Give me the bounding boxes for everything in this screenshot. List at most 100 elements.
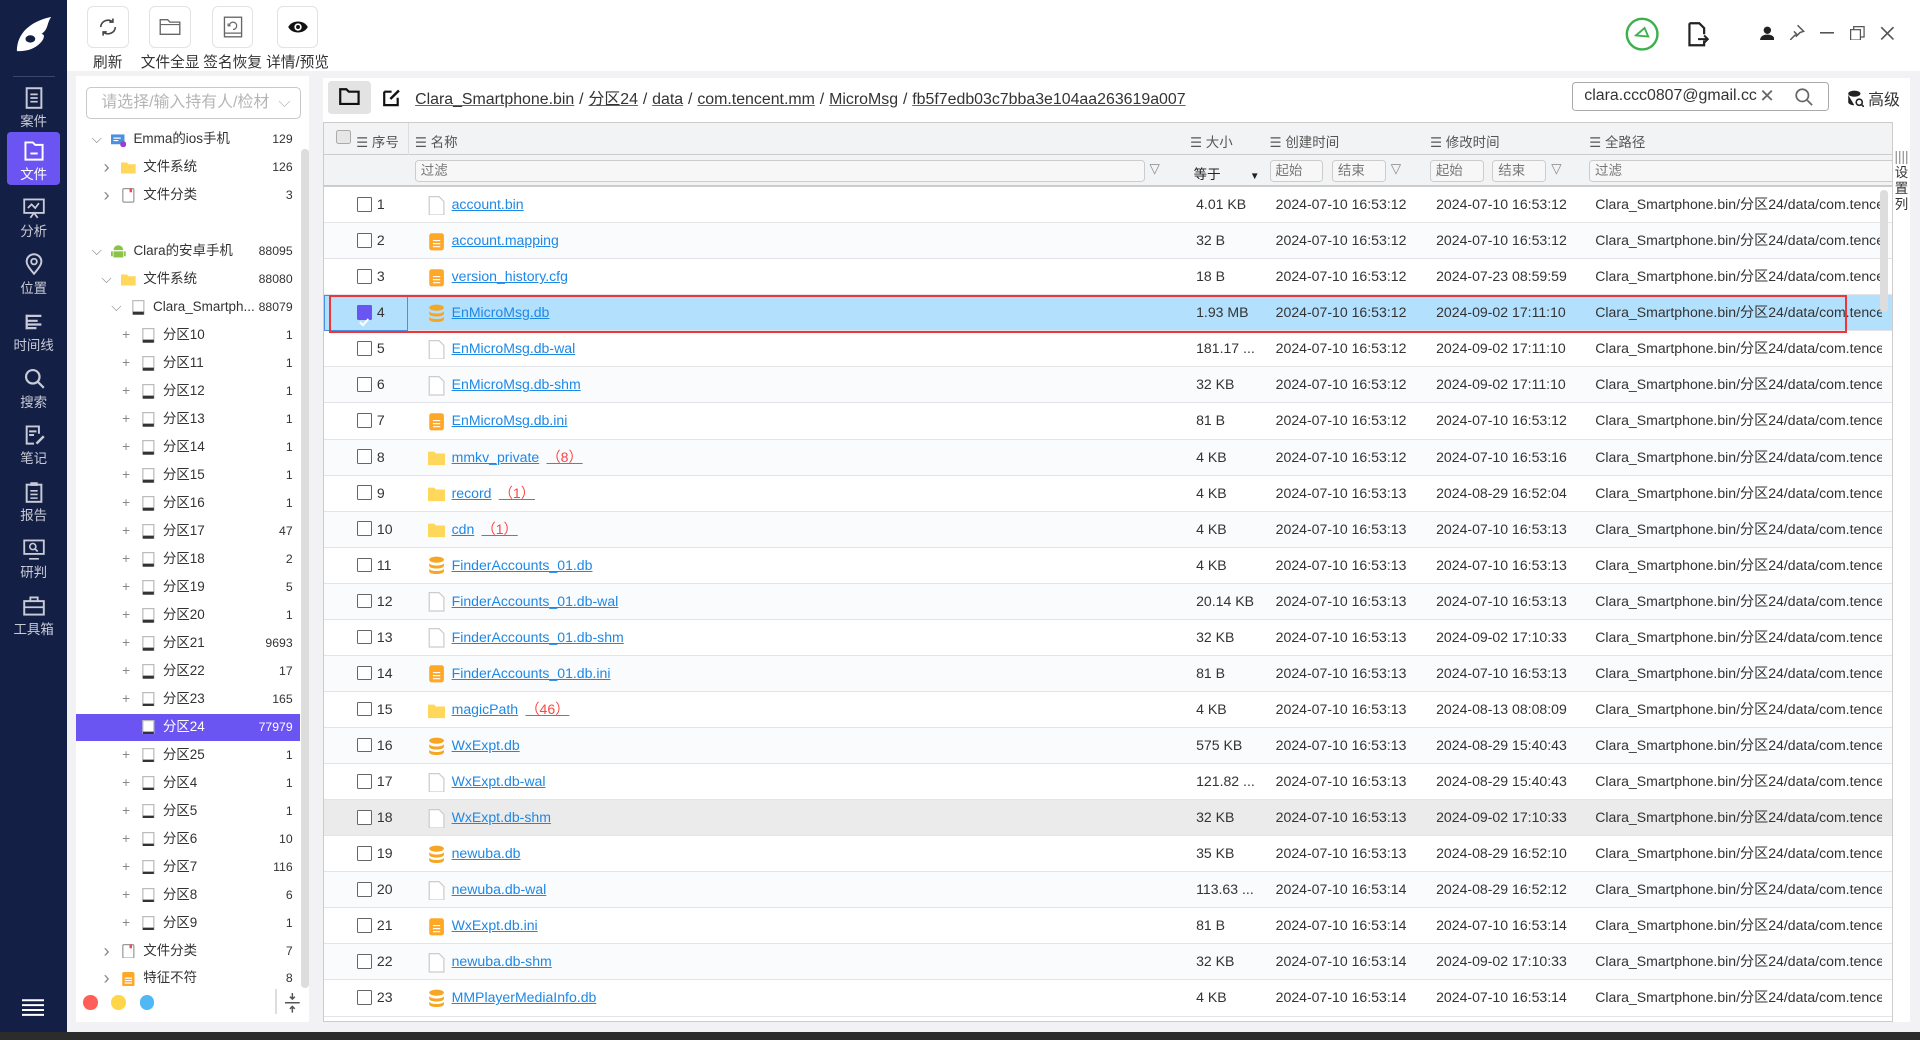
table-row[interactable]: 14 FinderAccounts_01.db.ini 81 B 2024-07-10… [324, 655, 1893, 692]
tree-node[interactable]: + 分区7 116 [76, 854, 300, 881]
file-name-link[interactable]: EnMicroMsg.db.ini [452, 403, 568, 437]
file-name-link[interactable]: magicPath （46） [452, 692, 570, 726]
chevron-down-icon[interactable]: ⌵ [91, 126, 103, 153]
row-checkbox[interactable] [357, 809, 372, 825]
name-filter-input[interactable]: 过滤 [414, 160, 1145, 183]
row-checkbox[interactable] [357, 845, 372, 861]
file-name-link[interactable]: FinderAccounts_01.db [452, 548, 593, 582]
tree-node[interactable]: › 文件分类 7 [76, 938, 300, 965]
file-name-link[interactable]: record （1） [452, 476, 535, 510]
path-filter-input[interactable]: 过滤 [1589, 160, 1893, 183]
chevron-down-icon[interactable]: ⌵ [100, 266, 112, 293]
table-row[interactable]: 10 cdn （1） 4 KB 2024-07-10 16:53:13 2024-07-1… [324, 511, 1893, 548]
expand-plus-icon[interactable]: + [120, 350, 132, 377]
row-checkbox[interactable] [357, 918, 372, 933]
row-checkbox[interactable] [357, 341, 372, 356]
sidebar-item-file[interactable]: 文件 [7, 132, 60, 185]
collapse-all-icon[interactable] [285, 993, 300, 1013]
file-name-link[interactable]: version_history.cfg [452, 259, 568, 293]
file-name-link[interactable]: mmkv_private （8） [452, 440, 583, 474]
breadcrumb-item[interactable]: MicroMsg [829, 91, 898, 108]
expand-plus-icon[interactable]: + [120, 854, 132, 881]
expand-plus-icon[interactable]: + [120, 574, 132, 601]
chevron-right-icon[interactable]: › [100, 182, 112, 209]
table-row[interactable]: 18 WxExpt.db-shm 32 KB 2024-07-10 16:53:13 2… [324, 800, 1893, 837]
table-row[interactable]: 9 record （1） 4 KB 2024-07-10 16:53:13 2024-08… [324, 476, 1893, 512]
expand-plus-icon[interactable]: + [120, 658, 132, 685]
user-icon[interactable] [1759, 26, 1775, 41]
row-checkbox[interactable] [357, 521, 372, 537]
expand-plus-icon[interactable]: + [120, 742, 132, 769]
edit-path-icon[interactable] [383, 88, 401, 107]
column-settings-button[interactable]: |||| 设置列 [1891, 122, 1911, 1023]
sidebar-item-location[interactable]: 位置 [7, 246, 60, 299]
file-name-link[interactable]: EnMicroMsg.db-shm [452, 367, 581, 401]
row-checkbox[interactable] [357, 665, 372, 681]
sidebar-item-case[interactable]: 案件 [7, 80, 60, 133]
expand-plus-icon[interactable]: + [120, 490, 132, 517]
file-name-link[interactable]: cdn （1） [452, 512, 518, 546]
search-icon[interactable] [1795, 88, 1813, 106]
row-checkbox[interactable] [357, 377, 372, 392]
file-name-link[interactable]: FinderAccounts_01.db-wal [452, 584, 619, 618]
select-all-checkbox[interactable] [336, 129, 352, 145]
tree-node[interactable]: ⌵ Clara_Smartph... 88079 [76, 294, 300, 321]
tree-node[interactable]: + 分区10 1 [76, 322, 300, 349]
tree-node[interactable]: + 分区22 17 [76, 658, 300, 685]
table-row[interactable]: 16 WxExpt.db 575 KB 2024-07-10 16:53:13 2024… [324, 728, 1893, 765]
sidebar-item-search[interactable]: 搜索 [7, 360, 60, 413]
row-checkbox[interactable] [357, 196, 372, 212]
row-checkbox[interactable] [357, 593, 372, 609]
tree-node[interactable]: ⌵ Clara的安卓手机 88095 [76, 238, 300, 265]
row-checkbox[interactable] [357, 990, 372, 1005]
column-header-path[interactable]: ☰ 全路径 [1589, 131, 1645, 151]
signature-recover-button[interactable]: 签名恢复 [198, 6, 267, 72]
tree-node[interactable]: + 分区23 165 [76, 686, 300, 713]
expand-plus-icon[interactable]: + [120, 434, 132, 461]
chevron-down-icon[interactable]: ⌵ [110, 294, 122, 321]
file-name-link[interactable]: EnMicroMsg.db-wal [452, 331, 576, 365]
modified-start-input[interactable]: 起始 [1429, 160, 1484, 183]
expand-plus-icon[interactable]: + [120, 546, 132, 573]
column-header-modified[interactable]: ☰ 修改时间 [1430, 131, 1500, 151]
close-window-icon[interactable] [1880, 26, 1895, 41]
file-name-link[interactable]: WxExpt.db-wal [452, 764, 546, 798]
table-row[interactable]: 21 WxExpt.db.ini 81 B 2024-07-10 16:53:14 20… [324, 908, 1893, 945]
vertical-scrollbar[interactable] [1879, 189, 1889, 313]
row-checkbox[interactable] [357, 954, 372, 969]
breadcrumb-item[interactable]: data [652, 91, 683, 108]
tree-node[interactable]: › 文件系统 126 [76, 154, 300, 181]
created-start-input[interactable]: 起始 [1269, 160, 1324, 183]
expand-plus-icon[interactable]: + [120, 910, 132, 937]
table-row[interactable]: 8 mmkv_private （8） 4 KB 2024-07-10 16:53:12 2… [324, 439, 1893, 476]
file-name-link[interactable]: FinderAccounts_01.db-shm [452, 620, 624, 654]
expand-plus-icon[interactable]: + [120, 602, 132, 629]
column-header-name[interactable]: ☰ 名称 [415, 131, 458, 151]
restore-icon[interactable] [1850, 25, 1865, 41]
table-row[interactable]: 12 FinderAccounts_01.db-wal 20.14 KB 2024-0… [324, 583, 1893, 620]
tree-node[interactable]: 分区24 77979 [75, 713, 300, 741]
file-name-link[interactable]: FinderAccounts_01.db.ini [452, 656, 611, 690]
menu-icon[interactable] [22, 999, 45, 1017]
table-row[interactable]: 2 account.mapping 32 B 2024-07-10 16:53:12 2… [324, 223, 1893, 260]
tree-node[interactable]: + 分区12 1 [76, 378, 300, 405]
row-checkbox[interactable] [357, 629, 372, 645]
table-row[interactable]: 22 newuba.db-shm 32 KB 2024-07-10 16:53:14 2… [324, 944, 1893, 981]
file-name-link[interactable]: newuba.db-shm [452, 944, 552, 978]
folder-view-button[interactable] [328, 80, 371, 114]
row-checkbox[interactable] [357, 232, 372, 248]
created-end-input[interactable]: 结束 [1332, 160, 1386, 183]
tree-node[interactable]: + 分区6 10 [76, 826, 300, 853]
file-name-link[interactable]: MMPlayerMediaInfo.db [452, 980, 597, 1014]
tree-node[interactable]: + 分区9 1 [76, 910, 300, 937]
tree-node[interactable]: ⌵ 文件系统 88080 [76, 266, 300, 293]
file-name-link[interactable]: WxExpt.db.ini [452, 908, 538, 942]
color-tag-dot[interactable] [83, 995, 98, 1011]
row-checkbox[interactable] [357, 485, 372, 501]
minimize-icon[interactable] [1819, 31, 1835, 34]
sidebar-item-timeline[interactable]: 时间线 [7, 304, 60, 357]
advanced-search-button[interactable]: 高级 [1847, 87, 1900, 110]
table-row[interactable]: 1 account.bin 4.01 KB 2024-07-10 16:53:12 20… [324, 187, 1893, 224]
expand-plus-icon[interactable]: + [120, 630, 132, 657]
refresh-button[interactable]: 刷新 [73, 6, 142, 72]
